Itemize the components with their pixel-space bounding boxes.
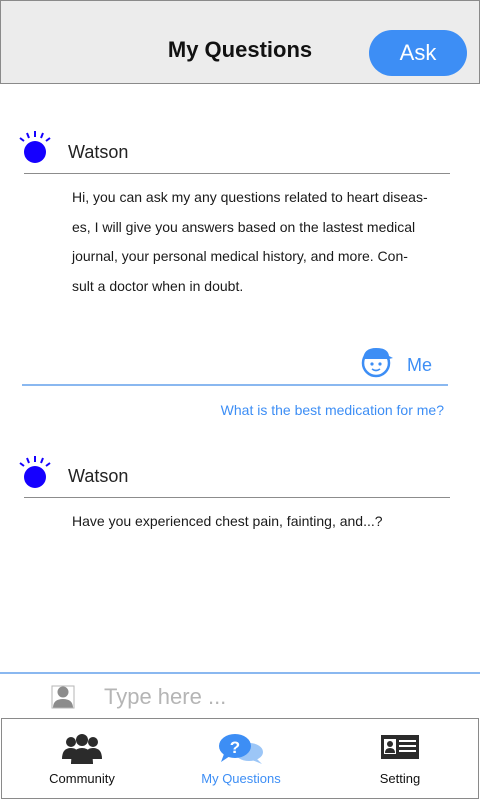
- tab-community[interactable]: Community: [2, 719, 162, 799]
- watson-icon: [19, 456, 51, 488]
- user-input-icon: [51, 685, 75, 709]
- tab-setting[interactable]: Setting: [320, 719, 480, 799]
- tab-bar: Community ? My Questions Setting: [1, 718, 479, 799]
- user-avatar-icon: [361, 348, 393, 378]
- questions-icon: ?: [219, 734, 263, 764]
- message-input[interactable]: [104, 680, 444, 714]
- message-text: What is the best medication for me?: [220, 402, 444, 418]
- svg-text:?: ?: [230, 738, 240, 757]
- id-card-icon: [381, 735, 419, 759]
- tab-label: My Questions: [201, 771, 281, 786]
- message-line: sult a doctor when in doubt.: [72, 277, 244, 294]
- message-line: Hi, you can ask my any questions related…: [72, 189, 428, 205]
- message-divider: [22, 384, 448, 386]
- message-text: Hi, you can ask my any questions related…: [72, 183, 452, 301]
- message-text: Have you experienced chest pain, faintin…: [72, 507, 452, 537]
- watson-icon: [19, 131, 51, 163]
- sender-name: Me: [407, 355, 433, 375]
- message-line: journal, your personal medical history, …: [72, 248, 408, 264]
- input-divider: [0, 672, 480, 674]
- header: My Questions Ask: [0, 0, 480, 84]
- tab-my-questions[interactable]: ? My Questions: [161, 719, 321, 799]
- sender-name: Watson: [68, 142, 129, 162]
- message-divider: [24, 497, 450, 498]
- message-divider: [24, 173, 450, 174]
- tab-label: Setting: [379, 771, 421, 786]
- message-line: es, I will give you answers based on the…: [72, 218, 416, 235]
- message-line: Have you experienced chest pain, faintin…: [72, 513, 383, 529]
- ask-button[interactable]: Ask: [369, 30, 467, 76]
- community-icon: [62, 734, 102, 764]
- sender-name: Watson: [68, 466, 129, 486]
- tab-label: Community: [49, 771, 115, 786]
